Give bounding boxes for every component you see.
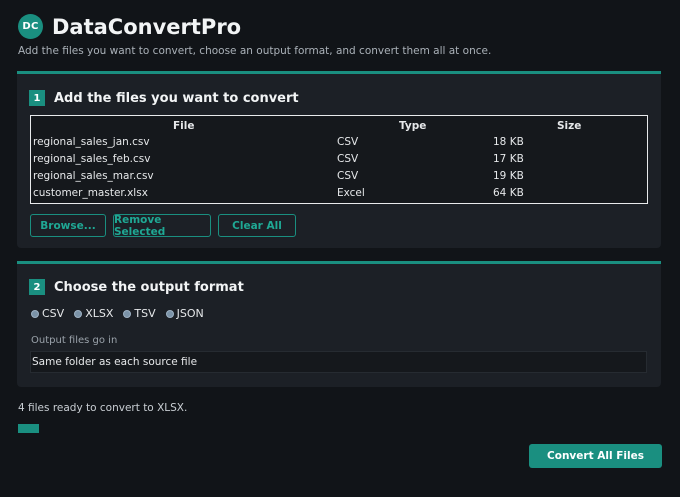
file-name-cell: customer_master.xlsx (33, 187, 148, 199)
radio-button[interactable] (123, 309, 132, 318)
file-name-cell: regional_sales_mar.csv (33, 170, 154, 182)
progress-bar-fill (18, 424, 39, 433)
output-location-label: Output files go in (31, 335, 118, 346)
radio-button[interactable] (74, 309, 83, 318)
format-option-xlsx[interactable]: XLSX (74, 307, 113, 320)
format-option-tsv[interactable]: TSV (123, 307, 156, 320)
table-row[interactable]: regional_sales_mar.csv CSV 19 KB (31, 170, 647, 187)
progress-bar (18, 424, 39, 433)
format-option-csv[interactable]: CSV (31, 307, 64, 320)
output-format-panel: 2 Choose the output format CSV XLSX TSV … (17, 261, 661, 387)
app-title: DataConvertPro (52, 14, 242, 39)
step-1-number: 1 (29, 90, 45, 106)
radio-button[interactable] (165, 309, 174, 318)
convert-all-button[interactable]: Convert All Files (529, 444, 662, 468)
file-size-cell: 18 KB (493, 136, 524, 148)
radio-button[interactable] (31, 309, 39, 318)
step-1-title: Add the files you want to convert (54, 90, 299, 106)
file-type-cell: CSV (337, 153, 359, 165)
column-header-type[interactable]: Type (399, 120, 426, 132)
status-text: 4 files ready to convert to XLSX. (18, 402, 188, 414)
table-row[interactable]: regional_sales_feb.csv CSV 17 KB (31, 153, 647, 170)
app-logo: DC (18, 14, 43, 39)
file-size-cell: 19 KB (493, 170, 524, 182)
step-1-header: 1 Add the files you want to convert (29, 90, 299, 106)
app-header: DC DataConvertPro (18, 14, 241, 39)
remove-selected-button[interactable]: Remove Selected (113, 214, 211, 238)
format-label: XLSX (85, 307, 114, 320)
add-files-panel: 1 Add the files you want to convert File… (17, 71, 661, 248)
file-type-cell: CSV (337, 170, 359, 182)
format-label: CSV (42, 307, 65, 320)
table-row[interactable]: regional_sales_jan.csv CSV 18 KB (31, 136, 647, 153)
step-2-number: 2 (29, 279, 45, 295)
output-location-field[interactable]: Same folder as each source file (30, 351, 647, 373)
step-2-title: Choose the output format (54, 279, 244, 295)
file-type-cell: CSV (337, 136, 359, 148)
format-radio-group: CSV XLSX TSV JSON (31, 307, 214, 320)
table-row[interactable]: customer_master.xlsx Excel 64 KB (31, 187, 647, 204)
file-table[interactable]: File Type Size regional_sales_jan.csv CS… (30, 115, 648, 204)
format-label: TSV (134, 307, 156, 320)
browse-button[interactable]: Browse... (30, 214, 106, 237)
format-option-json[interactable]: JSON (165, 307, 204, 320)
step-2-header: 2 Choose the output format (29, 279, 244, 295)
clear-all-button[interactable]: Clear All (218, 214, 296, 237)
column-header-file[interactable]: File (173, 120, 195, 132)
file-type-cell: Excel (337, 187, 365, 199)
column-header-size[interactable]: Size (557, 120, 581, 132)
file-size-cell: 64 KB (493, 187, 524, 199)
app-subtitle: Add the files you want to convert, choos… (18, 45, 492, 57)
file-name-cell: regional_sales_feb.csv (33, 153, 151, 165)
file-name-cell: regional_sales_jan.csv (33, 136, 150, 148)
file-size-cell: 17 KB (493, 153, 524, 165)
format-label: JSON (176, 307, 204, 320)
